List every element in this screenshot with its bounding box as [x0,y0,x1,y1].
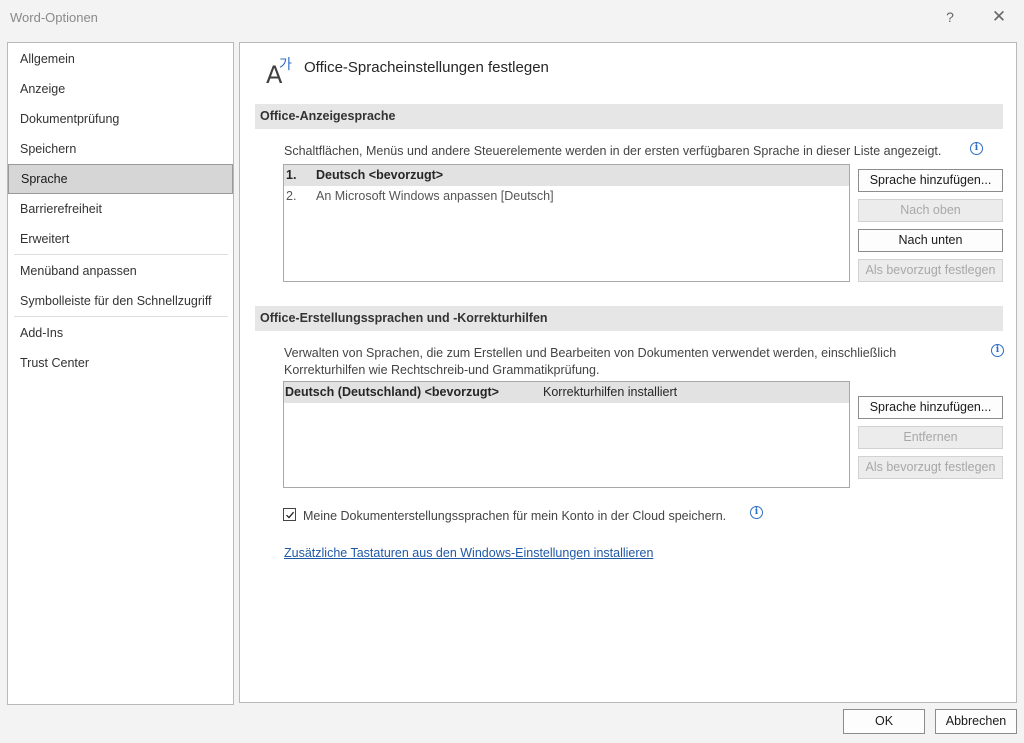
nav-divider [14,316,228,317]
authoring-language-list[interactable]: Deutsch (Deutschland) <bevorzugt> Korrek… [283,381,850,488]
nav-item-anzeige[interactable]: Anzeige [8,75,233,103]
info-icon[interactable]: i [991,344,1004,357]
display-language-list[interactable]: 1. Deutsch <bevorzugt> 2. An Microsoft W… [283,164,850,282]
set-preferred-authoring-button[interactable]: Als bevorzugt festlegen [858,456,1003,479]
authoring-languages-heading: Office-Erstellungssprachen und -Korrektu… [255,306,1003,331]
nav-item-erweitert[interactable]: Erweitert [8,225,233,253]
install-keyboards-link[interactable]: Zusätzliche Tastaturen aus den Windows-E… [284,546,653,560]
window-title: Word-Optionen [10,10,98,25]
page-title: Office-Spracheinstellungen festlegen [304,59,549,76]
checkmark-icon [286,511,295,519]
display-language-heading: Office-Anzeigesprache [255,104,1003,129]
nav-item-schnellzugriff[interactable]: Symbolleiste für den Schnellzugriff [8,287,233,315]
nav-item-barrierefreiheit[interactable]: Barrierefreiheit [8,195,233,223]
list-item[interactable]: 1. Deutsch <bevorzugt> [284,165,849,186]
nav-item-sprache[interactable]: Sprache [8,164,233,194]
info-icon[interactable]: i [970,142,983,155]
nav-item-speichern[interactable]: Speichern [8,135,233,163]
info-icon[interactable]: i [750,506,763,519]
remove-language-button[interactable]: Entfernen [858,426,1003,449]
options-nav: Allgemein Anzeige Dokumentprüfung Speich… [7,42,234,705]
move-up-button[interactable]: Nach oben [858,199,1003,222]
proofing-status: Korrekturhilfen installiert [543,385,678,399]
add-display-language-button[interactable]: Sprache hinzufügen... [858,169,1003,192]
nav-item-add-ins[interactable]: Add-Ins [8,319,233,347]
nav-item-allgemein[interactable]: Allgemein [8,45,233,73]
authoring-description-line1: Verwalten von Sprachen, die zum Erstelle… [284,346,897,360]
nav-divider [14,254,228,255]
cloud-save-checkbox[interactable] [283,508,296,521]
title-bar: Word-Optionen ? ✕ [0,0,1024,36]
language-icon: A 가 [266,57,292,87]
svg-text:가: 가 [279,57,292,73]
help-button[interactable]: ? [936,6,964,28]
set-preferred-display-button[interactable]: Als bevorzugt festlegen [858,259,1003,282]
cloud-save-label[interactable]: Meine Dokumenterstellungssprachen für me… [303,508,726,525]
nav-item-menueband[interactable]: Menüband anpassen [8,257,233,285]
authoring-description-line2: Korrekturhilfen wie Rechtschreib-und Gra… [284,363,600,377]
close-icon[interactable]: ✕ [985,6,1013,28]
content-panel: A 가 Office-Spracheinstellungen festlegen… [239,42,1017,703]
list-item[interactable]: Deutsch (Deutschland) <bevorzugt> Korrek… [284,382,849,403]
nav-item-trust-center[interactable]: Trust Center [8,349,233,377]
language-name: Deutsch (Deutschland) <bevorzugt> [285,385,499,399]
display-language-description: Schaltflächen, Menüs und andere Steuerel… [284,144,942,158]
ok-button[interactable]: OK [843,709,925,734]
move-down-button[interactable]: Nach unten [858,229,1003,252]
add-authoring-language-button[interactable]: Sprache hinzufügen... [858,396,1003,419]
cancel-button[interactable]: Abbrechen [935,709,1017,734]
list-item[interactable]: 2. An Microsoft Windows anpassen [Deutsc… [284,186,849,207]
nav-item-dokumentpruefung[interactable]: Dokumentprüfung [8,105,233,133]
